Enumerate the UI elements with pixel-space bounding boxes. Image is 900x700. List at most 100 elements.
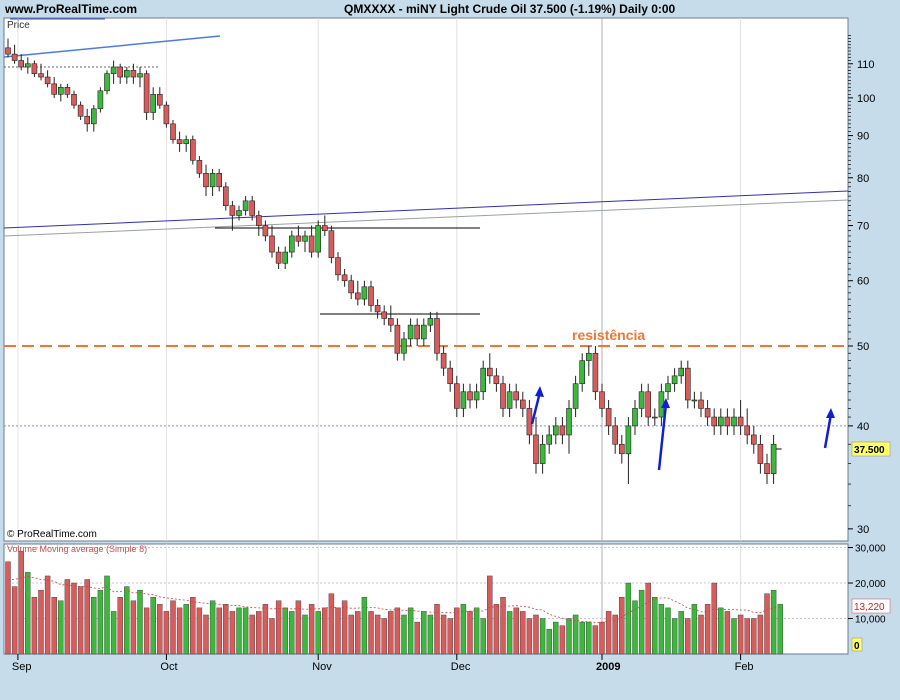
volume-bar — [744, 618, 750, 655]
volume-bar — [427, 614, 434, 655]
volume-bar — [315, 611, 321, 655]
volume-bar — [751, 618, 757, 655]
volume-bar — [533, 614, 539, 655]
volume-bar — [335, 607, 341, 655]
volume-bar — [388, 611, 394, 655]
x-axis: Sep Oct Nov Dec 2009 Feb — [12, 654, 754, 673]
volume-bar — [586, 621, 592, 655]
volume-bar — [546, 628, 552, 655]
volume-bar — [51, 597, 57, 655]
volume-bar — [407, 607, 414, 655]
volume-bar — [394, 607, 401, 655]
volume-bar — [157, 604, 163, 655]
volume-bar — [209, 600, 216, 655]
price-tick-label: 100 — [857, 93, 875, 105]
zero-label: 0 — [854, 641, 860, 652]
candle — [97, 87, 104, 113]
volume-bar — [44, 575, 51, 655]
volume-bar — [216, 607, 222, 655]
volume-bar — [619, 597, 625, 655]
volume-tick-label: 10,000 — [855, 615, 886, 626]
x-tick-label: Feb — [735, 661, 754, 673]
volume-bar — [645, 582, 651, 655]
volume-bar — [731, 618, 737, 655]
volume-bar — [256, 611, 262, 655]
volume-bar — [163, 611, 170, 655]
candle — [592, 346, 599, 400]
volume-bar — [698, 614, 704, 655]
volume-bar — [685, 618, 691, 655]
volume-bar — [104, 575, 110, 655]
volume-bar — [11, 586, 18, 655]
volume-bar — [282, 607, 288, 655]
volume-bar — [322, 607, 328, 655]
volume-bar — [632, 600, 638, 655]
volume-bar — [302, 614, 308, 655]
volume-bar — [559, 625, 566, 655]
volume-bar — [355, 611, 361, 655]
candle — [434, 311, 440, 361]
candle — [104, 70, 110, 95]
volume-bar — [84, 579, 90, 655]
volume-bar — [414, 621, 420, 655]
volume-bar — [678, 611, 684, 655]
volume-bar — [229, 611, 236, 655]
volume-bar — [38, 589, 44, 655]
price-tick-label: 110 — [857, 59, 875, 71]
volume-bar — [18, 550, 24, 655]
volume-bar — [691, 604, 698, 655]
volume-bar — [480, 618, 486, 655]
volume-bar — [117, 597, 123, 655]
candle — [328, 225, 335, 264]
volume-bar — [236, 607, 242, 655]
volume-bar — [374, 614, 381, 655]
volume-bar — [718, 607, 724, 655]
volume-bar — [308, 604, 315, 655]
volume-bar — [652, 597, 658, 655]
volume-bar — [539, 618, 546, 655]
volume-bar — [242, 607, 249, 655]
volume-bar — [638, 589, 645, 655]
volume-bar — [269, 618, 275, 655]
x-tick-label: Oct — [160, 661, 177, 673]
volume-bar — [777, 604, 783, 655]
volume-bar — [341, 600, 348, 655]
x-tick-label: Nov — [312, 661, 332, 673]
volume-bar — [223, 604, 229, 655]
price-tick-label: 70 — [857, 221, 869, 233]
price-label: Price — [7, 20, 30, 31]
volume-bar — [467, 611, 473, 655]
volume-tick-label: 30,000 — [855, 544, 886, 555]
volume-bar — [454, 607, 460, 655]
volume-bar — [572, 614, 579, 655]
candle — [143, 70, 150, 121]
volume-bar — [513, 607, 519, 655]
volume-bar — [249, 614, 255, 655]
x-tick-label: Sep — [12, 661, 32, 673]
price-tick-label: 40 — [857, 421, 869, 433]
volume-bar — [143, 607, 150, 655]
volume-bar — [447, 618, 453, 655]
candle — [315, 220, 322, 258]
volume-bar — [97, 589, 104, 655]
volume-tick-label: 20,000 — [855, 579, 886, 590]
volume-bar — [203, 614, 209, 655]
price-tick-label: 30 — [857, 524, 869, 536]
ma-value-label: 13,220 — [854, 602, 885, 613]
volume-bar — [71, 582, 77, 655]
volume-bar — [599, 621, 605, 655]
volume-bar — [757, 614, 764, 655]
volume-bar — [671, 618, 678, 655]
x-tick-label: 2009 — [596, 661, 620, 673]
volume-bar — [625, 582, 632, 655]
candle — [163, 101, 170, 128]
last-price-label: 37.500 — [854, 445, 885, 456]
volume-bar — [77, 586, 84, 655]
volume-bar — [520, 611, 526, 655]
volume-bar — [170, 600, 176, 655]
volume-bar — [183, 604, 189, 655]
volume-bar — [592, 625, 599, 655]
volume-bar — [25, 572, 31, 655]
volume-bar — [553, 621, 559, 655]
volume-bar — [64, 579, 71, 655]
